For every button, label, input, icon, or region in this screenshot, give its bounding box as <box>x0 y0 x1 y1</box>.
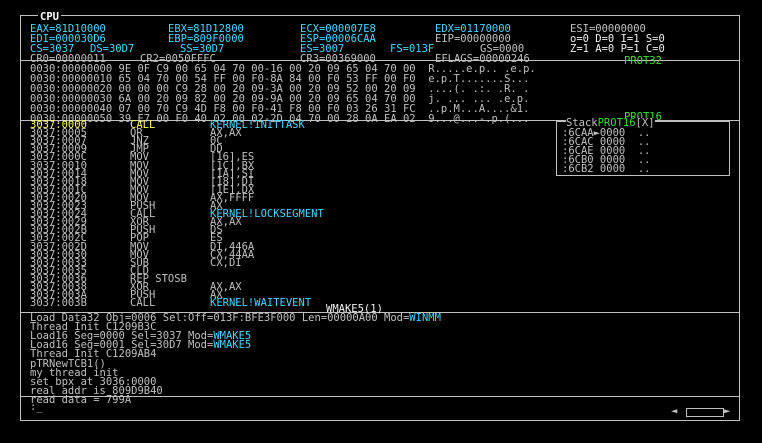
horizontal-scrollbar[interactable] <box>686 408 724 417</box>
code-operands: CX,DI <box>210 256 242 269</box>
code-address: 3037:003B <box>30 297 87 310</box>
log-text: WINMM <box>409 312 441 324</box>
code-operands: KERNEL!WAITEVENT <box>210 297 312 310</box>
stack-row[interactable]: :6CB2 0000 .. <box>562 164 651 175</box>
window-title: CPU <box>38 11 61 23</box>
code-row[interactable]: 3037:003B CALL KERNEL!WAITEVENT <box>30 298 311 309</box>
log-text: read data = 799A <box>30 393 132 406</box>
scroll-left-icon[interactable]: ◄ <box>671 406 677 417</box>
code-mnemonic: CALL <box>130 297 156 310</box>
scroll-right-icon[interactable]: ► <box>724 406 730 417</box>
register-value: FS=013F <box>390 43 435 55</box>
register-value: Z=1 A=0 P=1 C=0 <box>570 43 665 55</box>
prot32-label: PROT32 <box>624 55 662 67</box>
log-text: WMAKE5 <box>213 339 252 352</box>
command-line[interactable]: :_ <box>30 402 43 413</box>
log-line: read data = 799A <box>30 393 132 406</box>
